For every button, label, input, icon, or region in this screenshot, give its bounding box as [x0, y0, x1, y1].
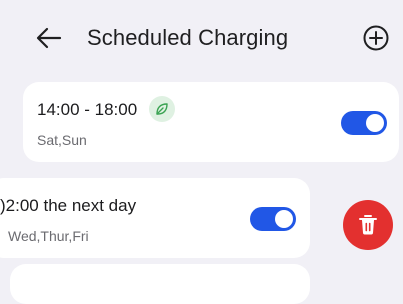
leaf-icon	[156, 103, 168, 115]
back-button[interactable]	[34, 24, 66, 52]
schedule-card[interactable]: 14:00 - 18:00 Sat,Sun	[23, 82, 399, 162]
schedule-card-swiped[interactable]: )2:00 the next day Wed,Thur,Fri	[0, 178, 310, 258]
page-title: Scheduled Charging	[87, 25, 289, 50]
toggle-knob	[275, 210, 293, 228]
toggle-knob	[366, 114, 384, 132]
schedule-days: Wed,Thur,Fri	[8, 228, 89, 244]
schedule-days: Sat,Sun	[37, 132, 87, 148]
schedule-time: )2:00 the next day	[0, 196, 137, 215]
eco-badge	[149, 96, 175, 122]
schedule-toggle[interactable]	[250, 207, 296, 231]
app-header: Scheduled Charging	[0, 0, 403, 78]
delete-schedule-button[interactable]	[343, 200, 393, 250]
schedule-time: 14:00 - 18:00	[37, 100, 138, 119]
arrow-left-icon	[36, 27, 62, 49]
plus-circle-icon	[363, 25, 389, 51]
schedule-toggle[interactable]	[341, 111, 387, 135]
schedule-card-partial[interactable]	[10, 264, 310, 304]
add-schedule-button[interactable]	[362, 24, 390, 52]
trash-icon	[359, 215, 377, 235]
